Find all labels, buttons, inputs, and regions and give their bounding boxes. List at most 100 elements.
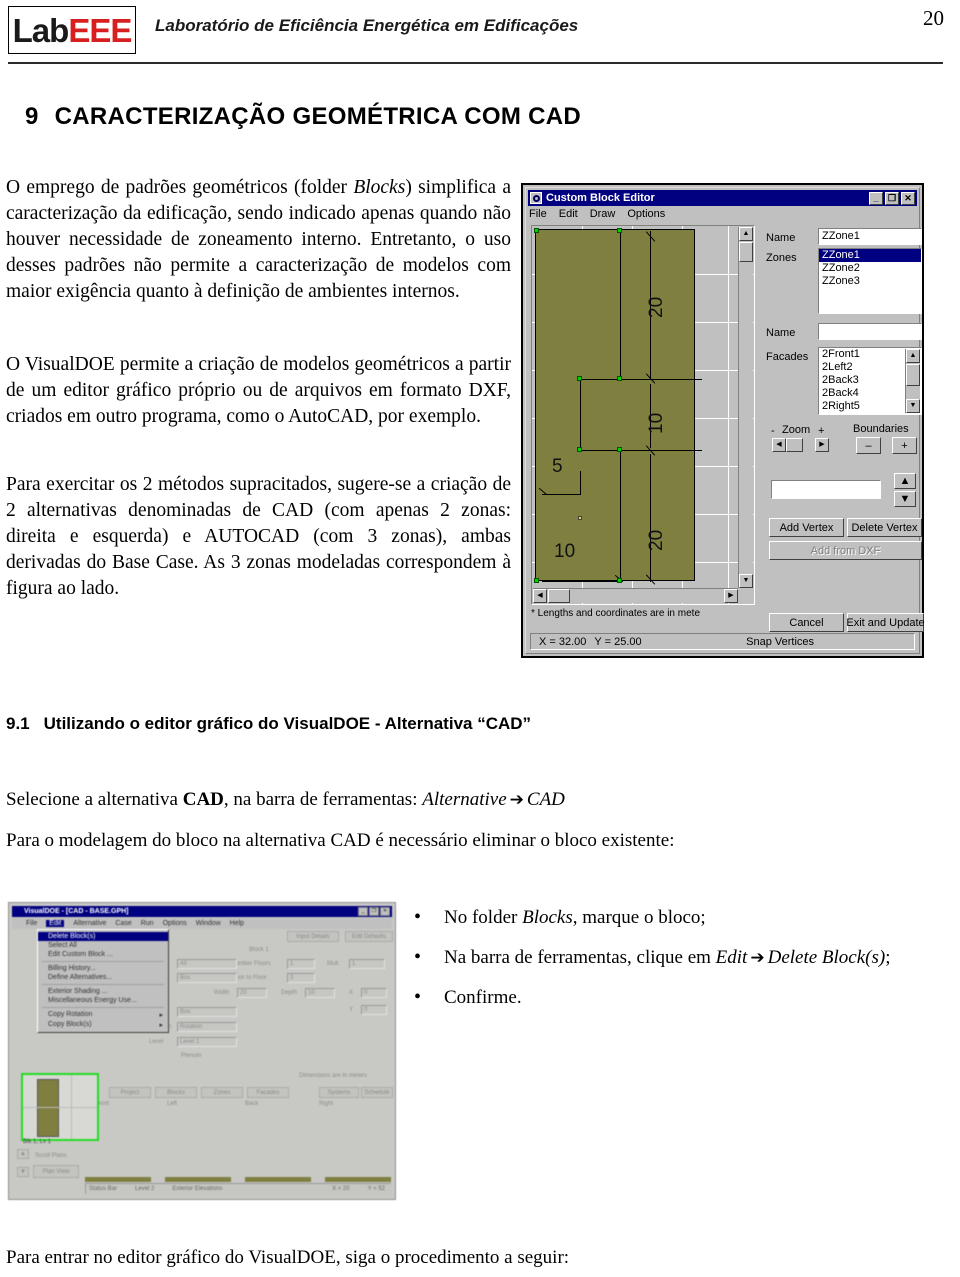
zoom-increase-button[interactable]: ▶ [815,438,829,452]
menu-item-edit-custom-block[interactable]: Edit Custom Block ... [38,950,168,959]
menu-case[interactable]: Case [115,920,131,927]
custom-block-editor-dialog[interactable]: Custom Block Editor _ ❐ ✕ File Edit Draw… [521,183,925,658]
field-x[interactable]: 0 [361,988,387,998]
close-icon[interactable]: ✕ [380,907,390,916]
close-icon[interactable]: ✕ [901,191,915,205]
menu-draw[interactable]: Draw [590,208,616,220]
input-details-button[interactable]: Input Details [287,931,339,942]
building-footprint[interactable] [535,229,695,581]
menu-options[interactable]: Options [627,208,665,220]
field-y[interactable]: 0 [361,1005,387,1015]
minimize-button[interactable]: _ [869,191,883,205]
menu-alternative[interactable]: Alternative [73,920,106,927]
field-width[interactable]: 20 [237,988,267,998]
scroll-thumb-vertical[interactable] [906,364,920,386]
scroll-plans-up-icon[interactable]: ▲ [17,1149,29,1159]
add-vertex-button[interactable]: Add Vertex [769,518,844,537]
menu-file[interactable]: File [529,208,547,220]
visualdoe-screenshot[interactable]: VisualDOE - [CAD - BASE.GPH] _ ❐ ✕ File … [8,902,396,1200]
field-shape[interactable]: Box [177,1007,237,1017]
spinner-up-icon[interactable]: ▲ [894,473,916,489]
menu-item-copy-rotation[interactable]: Copy Rotation ▸ [38,1010,168,1020]
scroll-thumb-horizontal[interactable] [548,589,570,603]
field-type[interactable]: Box [177,973,237,983]
menu-help[interactable]: Help [230,920,244,927]
visualdoe-window-controls[interactable]: _ ❐ ✕ [358,907,390,916]
list-item[interactable]: ZZone2 [819,262,921,275]
scroll-down-icon[interactable]: ▼ [739,574,753,588]
tab-blocks[interactable]: Blocks [155,1087,197,1098]
tab-schedule[interactable]: Schedule [361,1087,393,1098]
menu-item-select-all[interactable]: Select All [38,941,168,950]
vertex-handle[interactable] [617,228,622,233]
scroll-plans-down-icon[interactable]: ▼ [17,1167,29,1177]
exit-and-update-button[interactable]: Exit and Update [846,613,925,632]
boundaries-decrease-button[interactable]: – [856,437,881,454]
cancel-button[interactable]: Cancel [769,613,844,632]
delete-vertex-button[interactable]: Delete Vertex [847,518,922,537]
tab-systems[interactable]: Systems [319,1087,359,1098]
scroll-thumb-vertical[interactable] [739,242,753,262]
checkbox-plenum[interactable]: Plenum [181,1053,201,1059]
vertex-handle[interactable] [577,447,582,452]
zoom-decrease-button[interactable]: ◀ [772,438,786,452]
menu-run[interactable]: Run [141,920,154,927]
edit-defaults-button[interactable]: Edit Defaults [345,931,393,942]
spinner-down-icon[interactable]: ▼ [894,491,916,507]
vertex-handle[interactable] [534,228,539,233]
vertex-handle[interactable] [617,578,622,583]
list-item[interactable]: ZZone3 [819,275,921,288]
menu-options[interactable]: Options [163,920,187,927]
dialog-menu-bar[interactable]: File Edit Draw Options [529,208,665,220]
menu-item-delete-blocks[interactable]: Delete Block(s) [38,932,168,941]
facades-scrollbar[interactable]: ▲ ▼ [905,349,920,413]
vertex-handle[interactable] [617,376,622,381]
field-depth[interactable]: 10 [305,988,335,998]
maximize-button[interactable]: ❐ [885,191,899,205]
boundaries-increase-button[interactable]: + [892,437,917,454]
field-number-floors[interactable]: 1 [287,959,315,969]
field-rotation[interactable]: Rotation [177,1022,237,1032]
vertex-coordinate-input[interactable] [771,480,881,499]
tab-project[interactable]: Project [109,1087,151,1098]
menu-edit[interactable]: Edit [46,920,65,927]
field-name[interactable]: All [177,959,237,969]
facades-listbox[interactable]: 2Front1 2Left2 2Back3 2Back4 2Right5 ▲ ▼ [818,347,922,415]
menu-item-misc-energy-use[interactable]: Miscellaneous Energy Use... [38,996,168,1005]
cad-canvas[interactable]: 20 10 5 20 10 ▲ ▼ ◀ ▶ [532,226,754,604]
cad-vertical-scrollbar[interactable]: ▲ ▼ [738,227,753,588]
maximize-button[interactable]: ❐ [369,907,379,916]
vertex-handle[interactable] [577,376,582,381]
facade-name-input[interactable] [818,323,922,340]
zones-listbox[interactable]: ZZone1 ZZone2 ZZone3 [818,248,922,314]
cad-canvas-frame[interactable]: 20 10 5 20 10 ▲ ▼ ◀ ▶ [531,225,755,605]
window-controls[interactable]: _ ❐ ✕ [869,191,915,205]
tab-facades[interactable]: Facades [247,1087,289,1098]
list-item[interactable]: ZZone1 [819,249,921,262]
menu-item-exterior-shading[interactable]: Exterior Shading ... [38,987,168,996]
edit-dropdown-menu[interactable]: Delete Block(s) Select All Edit Custom B… [37,929,169,1033]
cad-horizontal-scrollbar[interactable]: ◀ ▶ [533,588,738,603]
menu-item-billing-history[interactable]: Billing History... [38,964,168,973]
vertex-handle[interactable] [617,447,622,452]
zoom-slider-thumb[interactable] [786,438,803,452]
field-mult[interactable]: 1 [349,959,385,969]
scroll-up-icon[interactable]: ▲ [739,227,753,241]
menu-item-copy-blocks[interactable]: Copy Block(s) ▸ [38,1020,168,1030]
visualdoe-menu-bar[interactable]: File Edit Alternative Case Run Options W… [12,918,392,929]
scroll-left-icon[interactable]: ◀ [533,589,547,603]
field-level[interactable]: Level 1 [177,1037,237,1047]
vertex-handle[interactable] [534,578,539,583]
minimize-button[interactable]: _ [358,907,368,916]
zone-name-input[interactable]: ZZone1 [818,228,922,245]
field-floor-to-floor[interactable]: 3 [287,973,315,983]
scroll-up-icon[interactable]: ▲ [906,349,920,363]
plan-thumbnail[interactable] [21,1073,99,1141]
scroll-right-icon[interactable]: ▶ [724,589,738,603]
plan-view-button[interactable]: Plan View [33,1165,79,1178]
menu-item-define-alternatives[interactable]: Define Alternatives... [38,973,168,982]
menu-window[interactable]: Window [196,920,221,927]
menu-file[interactable]: File [26,920,37,927]
scroll-down-icon[interactable]: ▼ [906,399,920,413]
menu-edit[interactable]: Edit [559,208,578,220]
